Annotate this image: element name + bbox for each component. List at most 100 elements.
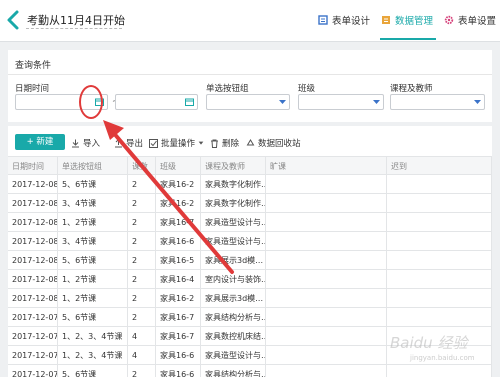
table-cell: 2 (128, 308, 156, 327)
table-row[interactable]: 2017-12-08 1、2节课 2 家具16-7 家具造型设计与… (8, 213, 492, 232)
table-cell (266, 308, 387, 327)
table-cell: 2017-12-08 (8, 175, 58, 194)
batch-icon (149, 138, 158, 148)
table-cell: 家具16-5 (156, 251, 201, 270)
form-icon (318, 15, 328, 25)
table-cell: 2017-12-08 (8, 251, 58, 270)
export-button[interactable]: 导出 (114, 137, 143, 149)
table-cell: 2 (128, 270, 156, 289)
table-cell: 家具16-7 (156, 213, 201, 232)
import-button[interactable]: 导入 (71, 137, 100, 149)
watermark-url: jingyan.baidu.com (410, 354, 475, 362)
export-label: 导出 (126, 139, 144, 149)
table-cell: 5、6节课 (58, 365, 128, 377)
recycle-icon (246, 138, 255, 145)
table-cell: 家具数字化制作… (201, 175, 266, 194)
table-cell: 1、2、3、4节课 (58, 327, 128, 346)
page-title[interactable]: 考勤从11月4日开始 (27, 12, 125, 28)
table-cell (387, 251, 492, 270)
table-cell: 家具结构分析与… (201, 308, 266, 327)
table-row[interactable]: 2017-12-08 3、4节课 2 家具16-2 家具数字化制作… (8, 194, 492, 213)
class-select[interactable] (298, 94, 384, 110)
calendar-icon[interactable] (185, 98, 194, 106)
table-cell: 2 (128, 289, 156, 308)
tab-form-design[interactable]: 表单设计 (318, 13, 370, 27)
table-cell (266, 251, 387, 270)
table-cell (387, 289, 492, 308)
column-header: 日期时间 (8, 157, 58, 176)
tab-form-settings-label: 表单设置 (458, 16, 497, 27)
active-tab-indicator (380, 38, 436, 40)
table-cell: 2 (128, 232, 156, 251)
table-cell (387, 365, 492, 377)
table-row[interactable]: 2017-12-08 5、6节课 2 家具16-2 家具数字化制作… (8, 175, 492, 194)
table-cell: 5、6节课 (58, 251, 128, 270)
table-cell: 家具16-6 (156, 346, 201, 365)
table-cell: 家具16-4 (156, 270, 201, 289)
filter-label-course-teacher: 课程及教师 (390, 84, 433, 94)
table-row[interactable]: 2017-12-07 5、6节课 2 家具16-7 家具结构分析与… (8, 308, 492, 327)
table-cell: 1、2、3、4节课 (58, 346, 128, 365)
table-cell: 家具16-2 (156, 289, 201, 308)
filter-label-class: 班级 (298, 84, 316, 94)
table-cell: 4 (128, 346, 156, 365)
trash-icon (211, 139, 218, 148)
table-cell: 家具造型设计与… (201, 346, 266, 365)
table-cell: 家具数控机床结… (201, 327, 266, 346)
table-cell (266, 289, 387, 308)
filter-title: 查询条件 (15, 61, 52, 71)
table-cell: 家具16-7 (156, 308, 201, 327)
table-cell (266, 194, 387, 213)
table-cell (266, 365, 387, 377)
table-row[interactable]: 2017-12-08 5、6节课 2 家具16-5 家具展示3d模… (8, 251, 492, 270)
annotation-circle (79, 85, 103, 119)
chevron-down-icon (373, 100, 380, 104)
table-cell: 2 (128, 194, 156, 213)
tab-form-settings[interactable]: 表单设置 (444, 13, 496, 27)
new-button[interactable]: + 新建 (15, 134, 65, 150)
table-cell: 室内设计与装饰… (201, 270, 266, 289)
column-header: 旷课 (266, 157, 387, 176)
import-icon (72, 139, 79, 147)
back-button[interactable] (4, 9, 22, 31)
table-cell: 2017-12-08 (8, 232, 58, 251)
table-cell (387, 308, 492, 327)
tab-data-management[interactable]: 数据管理 (381, 13, 433, 27)
table-row[interactable]: 2017-12-08 1、2节课 2 家具16-4 室内设计与装饰… (8, 270, 492, 289)
chevron-down-icon (279, 100, 286, 104)
recycle-label: 数据回收站 (258, 139, 301, 149)
table-cell: 家具结构分析与… (201, 365, 266, 377)
table-cell (266, 232, 387, 251)
table-cell: 2017-12-08 (8, 213, 58, 232)
table-cell: 2017-12-08 (8, 194, 58, 213)
table-cell: 2 (128, 175, 156, 194)
recycle-bin-button[interactable]: 数据回收站 (246, 137, 301, 149)
filter-label-datetime: 日期时间 (15, 84, 50, 94)
table-cell (387, 175, 492, 194)
batch-operation-button[interactable]: 批量操作 (149, 137, 204, 149)
table-cell: 4 (128, 327, 156, 346)
table-cell: 2017-12-07 (8, 308, 58, 327)
export-icon (115, 138, 122, 147)
table-cell (266, 213, 387, 232)
table-cell: 1、2节课 (58, 213, 128, 232)
tab-data-management-label: 数据管理 (395, 16, 434, 27)
table-row[interactable]: 2017-12-07 5、6节课 2 家具16-6 家具结构分析与… (8, 365, 492, 377)
column-header: 课程及教师 (201, 157, 266, 176)
table-cell: 家具16-2 (156, 175, 201, 194)
radio-group-select[interactable] (206, 94, 290, 110)
table-cell: 3、4节课 (58, 232, 128, 251)
table-cell (266, 346, 387, 365)
table-cell: 家具16-7 (156, 327, 201, 346)
table-cell (387, 194, 492, 213)
table-row[interactable]: 2017-12-08 1、2节课 2 家具16-2 家具展示3d模… (8, 289, 492, 308)
table-cell: 家具16-6 (156, 365, 201, 377)
date-end-input[interactable] (115, 94, 198, 110)
delete-button[interactable]: 删除 (210, 137, 239, 149)
table-row[interactable]: 2017-12-08 3、4节课 2 家具16-6 家具造型设计与… (8, 232, 492, 251)
table-cell (387, 213, 492, 232)
column-header: 课数 (128, 157, 156, 176)
course-teacher-select[interactable] (390, 94, 485, 110)
table-cell (266, 327, 387, 346)
column-header: 班级 (156, 157, 201, 176)
